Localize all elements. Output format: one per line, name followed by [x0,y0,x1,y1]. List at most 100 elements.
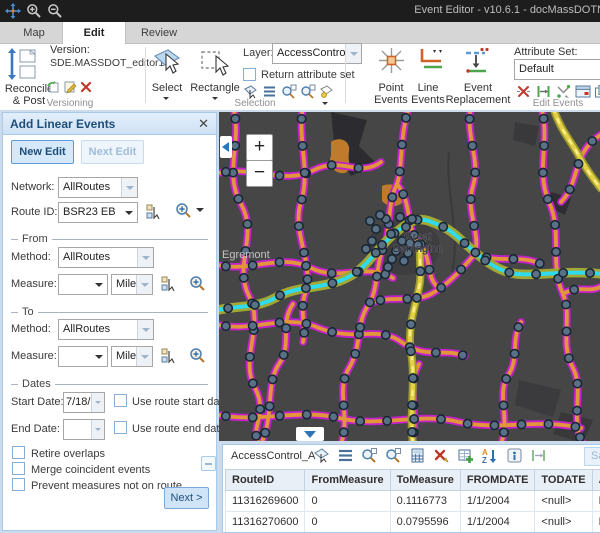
event-point-marker[interactable] [249,413,257,421]
clear-selection-icon[interactable] [319,84,334,99]
event-point-marker[interactable] [471,248,479,256]
sort-icon[interactable]: A Z [481,447,498,464]
tab-review[interactable]: Review [126,22,192,44]
event-point-marker[interactable] [303,275,311,283]
layer-select[interactable]: AccessControl_A [272,43,362,64]
delete-selected-icon[interactable] [433,447,450,464]
add-to-table-icon[interactable] [457,447,474,464]
event-point-marker[interactable] [300,329,308,337]
event-point-marker[interactable] [562,327,570,335]
event-point-marker[interactable] [387,230,395,238]
event-point-marker[interactable] [514,323,522,331]
event-point-marker[interactable] [240,274,248,282]
reconcile-post-icon[interactable] [6,47,42,81]
event-point-marker[interactable] [297,115,305,123]
from-pick-measure-icon[interactable] [160,275,177,292]
from-method-select[interactable]: AllRoutes [58,247,154,268]
event-point-marker[interactable] [384,263,392,271]
from-zoom-measure-icon[interactable] [189,275,206,292]
event-point-marker[interactable] [500,428,508,436]
table-cell[interactable]: 11316269600 [226,491,305,512]
event-point-marker[interactable] [234,195,242,203]
split-event-icon[interactable] [516,84,531,99]
point-events-icon[interactable] [378,47,405,74]
event-point-marker[interactable] [300,248,308,256]
event-point-marker[interactable] [571,423,579,431]
event-point-marker[interactable] [354,164,362,172]
event-point-marker[interactable] [471,168,479,176]
event-point-marker[interactable] [303,410,311,418]
copy-events-icon[interactable] [594,84,600,99]
event-point-marker[interactable] [588,137,596,145]
event-point-marker[interactable] [552,248,560,256]
calculator-icon[interactable] [409,447,426,464]
event-point-marker[interactable] [398,140,406,148]
event-point-marker[interactable] [302,320,310,328]
event-point-marker[interactable] [544,195,552,203]
event-point-marker[interactable] [222,262,230,270]
next-edit-button[interactable]: Next Edit [81,140,144,164]
refresh-version-icon[interactable] [47,80,61,94]
event-point-marker[interactable] [570,285,578,293]
event-point-marker[interactable] [362,245,370,253]
event-point-marker[interactable] [372,249,380,257]
attribute-set-select[interactable]: Default [514,59,600,80]
event-point-marker[interactable] [302,284,310,292]
event-point-marker[interactable] [373,272,381,280]
chevron-down-icon[interactable] [136,275,152,294]
table-cell[interactable]: 0.1116773 [390,491,460,512]
event-point-marker[interactable] [439,223,447,231]
prevent-measures-checkbox[interactable] [12,478,25,491]
event-point-marker[interactable] [402,223,410,231]
event-point-marker[interactable] [408,428,416,436]
panel-scrollbar-handle[interactable] [201,456,216,471]
event-point-marker[interactable] [298,195,306,203]
event-point-marker[interactable] [407,347,415,355]
event-point-marker[interactable] [268,375,276,383]
use-route-start-date-checkbox[interactable] [114,394,127,407]
map-zoom-out-button[interactable]: − [246,160,273,187]
event-point-marker[interactable] [302,262,310,270]
table-cell[interactable]: 1/1/2004 [460,512,535,533]
event-point-marker[interactable] [295,222,303,230]
event-point-marker[interactable] [470,222,478,230]
column-header[interactable]: AC [592,470,600,491]
event-point-marker[interactable] [409,374,417,382]
table-cell[interactable]: N [592,491,600,512]
event-point-marker[interactable] [468,142,476,150]
select-rows-icon[interactable] [313,447,330,464]
event-point-marker[interactable] [402,114,410,122]
event-point-marker[interactable] [396,213,404,221]
event-point-marker[interactable] [574,160,582,168]
event-point-marker[interactable] [559,269,567,277]
event-point-marker[interactable] [353,268,361,276]
chevron-down-icon[interactable] [91,420,104,439]
event-point-marker[interactable] [368,237,376,245]
pan-to-selected-icon[interactable] [385,447,402,464]
end-date-select[interactable] [63,419,105,440]
zoom-to-selected-icon[interactable] [361,447,378,464]
event-point-marker[interactable] [576,433,584,441]
to-pick-measure-icon[interactable] [160,347,177,364]
route-id-select[interactable]: BSR23 EB [58,202,138,223]
events-panel-icon[interactable] [575,84,591,99]
event-point-marker[interactable] [499,401,507,409]
chevron-down-icon[interactable] [137,320,153,339]
event-point-marker[interactable] [551,221,559,229]
event-point-marker[interactable] [408,215,416,223]
snap-events-icon[interactable] [556,84,571,99]
zoom-out-icon[interactable] [47,3,63,19]
event-point-marker[interactable] [222,168,230,176]
event-point-marker[interactable] [275,171,283,179]
select-icon[interactable] [152,46,182,78]
table-cell[interactable]: 0 [305,491,390,512]
map-canvas[interactable]: Egremont Great Barrington [219,112,600,441]
chevron-down-icon[interactable] [91,347,107,366]
chevron-down-icon[interactable] [91,393,104,412]
event-point-marker[interactable] [249,322,257,330]
table-options-icon[interactable] [337,447,354,464]
event-point-marker[interactable] [356,323,364,331]
event-point-marker[interactable] [562,300,570,308]
event-point-marker[interactable] [502,375,510,383]
event-replacement-icon[interactable] [463,47,491,75]
